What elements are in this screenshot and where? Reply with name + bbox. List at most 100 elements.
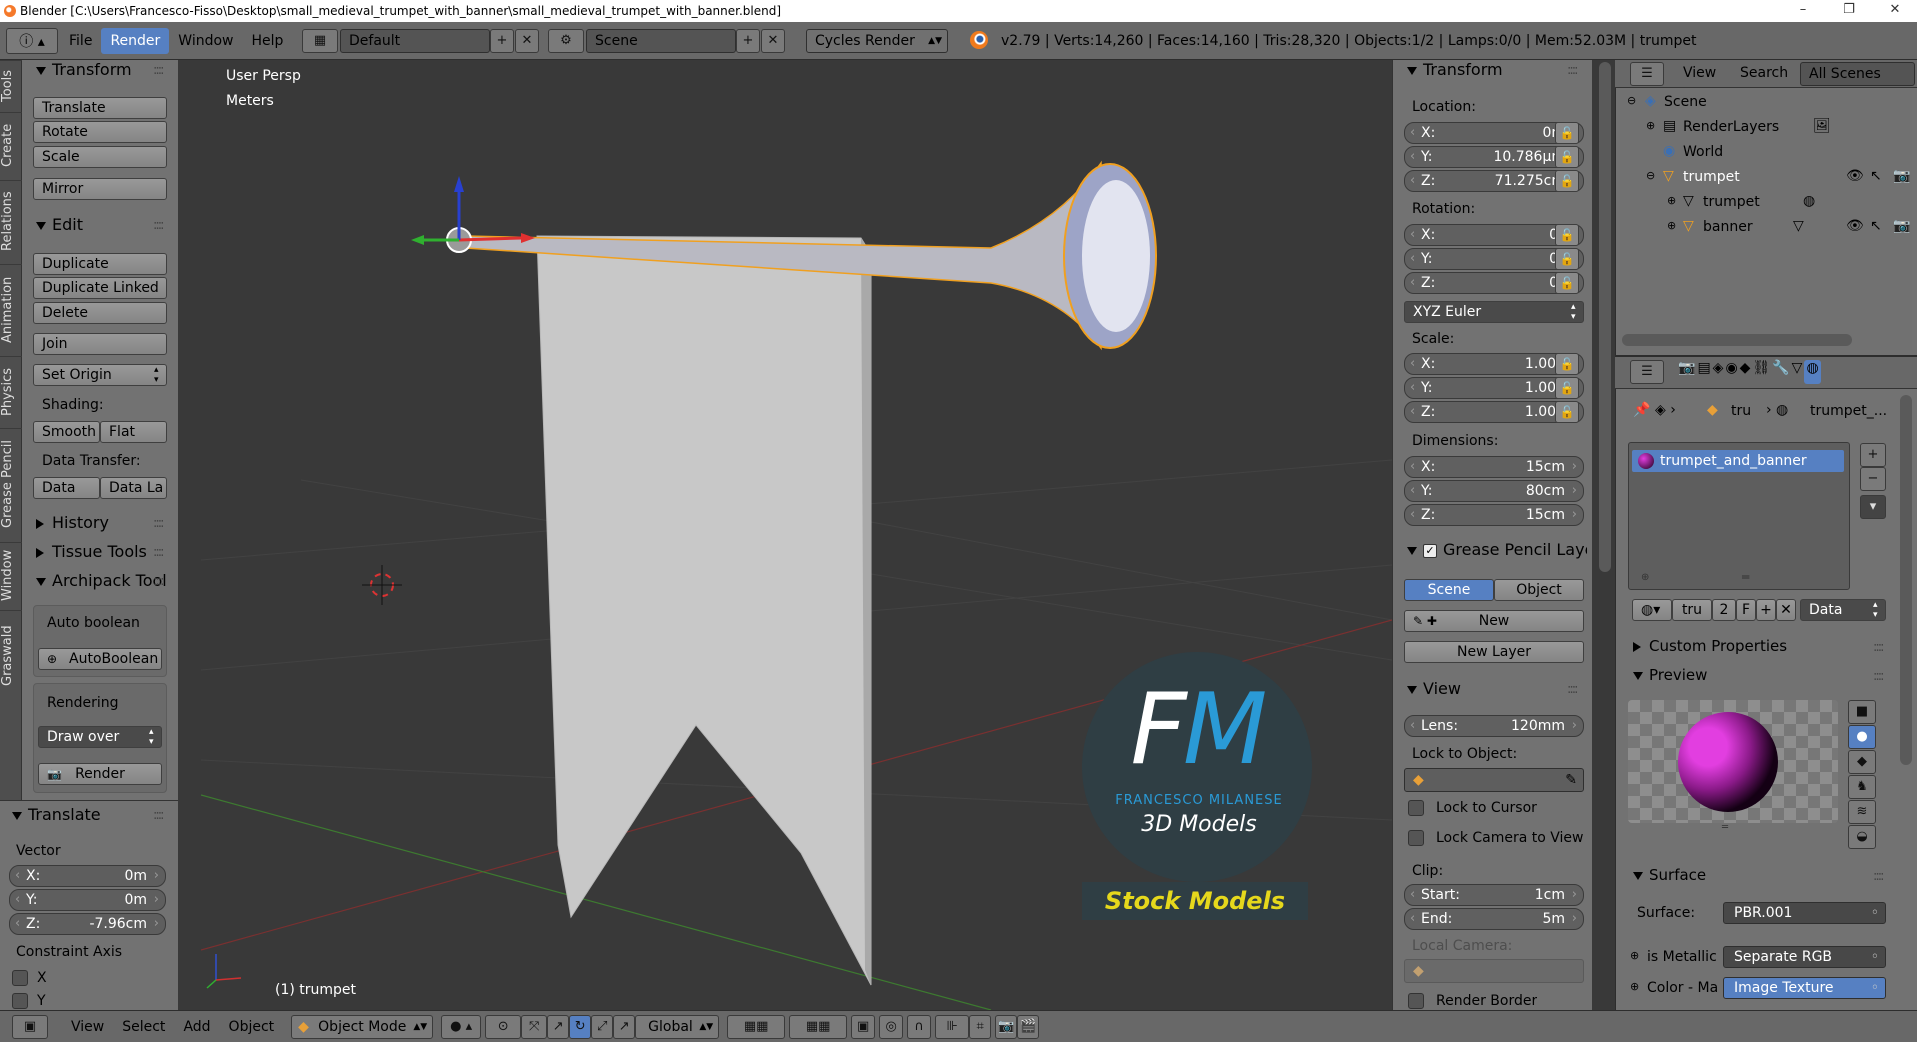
visibility-eye-icon[interactable]: 👁 (1846, 218, 1864, 234)
browse-material-icon[interactable]: ◍▾ (1632, 599, 1672, 621)
translate-operator-header[interactable]: Translate (12, 805, 101, 824)
layers-grid-1-icon[interactable]: ▦▦ (727, 1014, 786, 1039)
maximize-button[interactable]: ❐ (1826, 0, 1872, 22)
new-layer-button[interactable]: New Layer (1404, 641, 1584, 663)
constraint-y-checkbox[interactable] (12, 993, 28, 1009)
outliner-menu-view[interactable]: View (1683, 65, 1716, 81)
lock-scale-y-icon[interactable]: 🔓 (1555, 377, 1579, 399)
render-border-checkbox[interactable] (1408, 993, 1424, 1009)
surface-shader-field[interactable]: PBR.001 (1723, 902, 1886, 924)
pin-icon[interactable]: 📌 (1633, 402, 1650, 418)
drag-handle-icon[interactable]: :::: (1567, 682, 1578, 697)
rotate-manipulator-icon[interactable]: ↻ (569, 1014, 592, 1039)
outliner-world[interactable]: World (1683, 144, 1723, 160)
transform-orientation-dropdown[interactable]: Global ▲▼ (635, 1014, 720, 1039)
translate-manipulator-icon[interactable]: ↗ (547, 1014, 570, 1039)
transform-panel-header[interactable]: Transform (36, 60, 132, 79)
constraint-x-checkbox[interactable] (12, 970, 28, 986)
outliner-scene[interactable]: Scene (1664, 94, 1707, 110)
render-camera-icon[interactable]: 📷 (1893, 218, 1910, 234)
screen-layout-icon[interactable]: ▦ (302, 29, 338, 53)
lock-camera-checkbox[interactable] (1408, 830, 1424, 846)
tab-physics[interactable]: Physics (0, 356, 22, 426)
specials-menu-icon[interactable]: ▾ (1860, 495, 1886, 519)
grease-pencil-layer-header[interactable]: ✓ Grease Pencil Layer (1407, 540, 1587, 559)
tab-window[interactable]: Window (0, 542, 22, 608)
draw-over-dropdown[interactable]: Draw over (38, 726, 162, 748)
rotate-button[interactable]: Rotate (33, 121, 167, 143)
outliner-scrollbar[interactable] (1622, 334, 1852, 346)
drag-handle-icon[interactable]: :::: (153, 516, 164, 531)
properties-editor-icon[interactable]: ☰ (1630, 360, 1664, 384)
snap-element-icon[interactable]: ⊪ (935, 1014, 970, 1039)
rotation-mode-dropdown[interactable]: XYZ Euler (1404, 301, 1584, 323)
history-panel-header[interactable]: History (36, 513, 109, 532)
lock-to-cursor-checkbox[interactable] (1408, 800, 1424, 816)
snap-target-icon[interactable]: ⌗ (969, 1014, 992, 1039)
duplicate-linked-button[interactable]: Duplicate Linked (33, 277, 167, 299)
input-link-icon[interactable]: ⊕ (1630, 949, 1639, 962)
smooth-button[interactable]: Smooth (33, 421, 100, 443)
menu-help[interactable]: Help (242, 28, 292, 54)
add-scene-icon[interactable]: + (736, 29, 760, 53)
preview-panel-header[interactable]: Preview (1633, 666, 1707, 684)
unlink-material-icon[interactable]: ✕ (1776, 599, 1796, 621)
viewport-shading-icon[interactable]: ● ▴ (441, 1014, 482, 1039)
archipack-panel-header[interactable]: Archipack Tools (36, 571, 166, 590)
outliner-menu-search[interactable]: Search (1740, 65, 1788, 81)
join-button[interactable]: Join (33, 333, 167, 355)
input-link-icon[interactable]: ⊕ (1630, 980, 1639, 993)
constraints-tab-icon[interactable]: ⛓ (1752, 360, 1770, 384)
scene-icon[interactable]: ⚙ (548, 29, 584, 53)
outliner-renderlayers[interactable]: RenderLayers (1683, 119, 1779, 135)
banner-mesh[interactable] (536, 235, 872, 986)
lock-location-y-icon[interactable]: 🔓 (1555, 146, 1579, 168)
3d-cursor-icon[interactable] (362, 565, 402, 605)
vector-y-field[interactable]: Y: 0m (9, 889, 166, 911)
expand-icon[interactable]: ⊕ (1646, 119, 1655, 132)
translate-button[interactable]: Translate (33, 97, 167, 119)
flat-button[interactable]: Flat (100, 421, 167, 443)
render-button[interactable]: 📷 Render (38, 763, 162, 785)
lock-scale-z-icon[interactable]: 🔓 (1555, 401, 1579, 423)
menu-view[interactable]: View (62, 1014, 113, 1040)
modifiers-tab-icon[interactable]: 🔧 (1772, 360, 1789, 384)
remove-screen-icon[interactable]: ✕ (515, 29, 539, 53)
close-button[interactable]: ✕ (1872, 0, 1917, 22)
lock-rotation-z-icon[interactable]: 🔓 (1555, 272, 1579, 294)
is-metallic-input[interactable]: Separate RGB (1723, 946, 1886, 968)
set-origin-dropdown[interactable]: Set Origin (33, 364, 167, 386)
data-transfer-button[interactable]: Data (33, 477, 100, 499)
add-item-icon[interactable]: ⊕ (1641, 572, 1649, 583)
new-material-icon[interactable]: + (1756, 599, 1776, 621)
tab-create[interactable]: Create (0, 112, 22, 178)
render-animation-icon[interactable]: 🎬 (1017, 1014, 1040, 1039)
mirror-button[interactable]: Mirror (33, 178, 167, 200)
drag-handle-icon[interactable]: :::: (153, 808, 164, 823)
layers-grid-2-icon[interactable]: ▦▦ (789, 1014, 848, 1039)
mode-dropdown[interactable]: ◆ Object Mode ▲▼ (291, 1014, 434, 1039)
color-ma-input[interactable]: Image Texture (1723, 977, 1886, 999)
snap-toggle-icon[interactable]: ∩ (907, 1014, 932, 1039)
material-slot-item[interactable]: trumpet_and_banner (1632, 450, 1844, 472)
drag-handle-icon[interactable]: :::: (1873, 869, 1884, 884)
grease-pencil-checkbox[interactable]: ✓ (1423, 543, 1437, 558)
editor-type-info-icon[interactable]: ⓘ ▴ (6, 27, 58, 54)
lock-location-x-icon[interactable]: 🔓 (1555, 122, 1579, 144)
minimize-button[interactable]: – (1780, 0, 1826, 22)
preview-flat-icon[interactable]: ■ (1848, 700, 1876, 724)
select-cursor-icon[interactable]: ↖ (1870, 168, 1882, 184)
add-material-slot-icon[interactable]: + (1860, 443, 1886, 467)
add-screen-icon[interactable]: + (490, 29, 514, 53)
drag-handle-icon[interactable]: :::: (153, 63, 164, 78)
n-panel-scrollbar[interactable] (1599, 62, 1611, 572)
outliner-trumpet-object[interactable]: trumpet (1683, 169, 1740, 185)
preview-cube-icon[interactable]: ◆ (1848, 750, 1876, 774)
menu-add[interactable]: Add (174, 1014, 219, 1040)
pivot-point-icon[interactable]: ⊙ (485, 1014, 522, 1039)
surface-panel-header[interactable]: Surface (1633, 866, 1706, 884)
dimension-y-field[interactable]: Y: 80cm (1404, 480, 1584, 502)
object-tab-icon[interactable]: ◆ (1740, 360, 1751, 384)
lock-rotation-x-icon[interactable]: 🔓 (1555, 224, 1579, 246)
dimension-z-field[interactable]: Z: 15cm (1404, 504, 1584, 526)
